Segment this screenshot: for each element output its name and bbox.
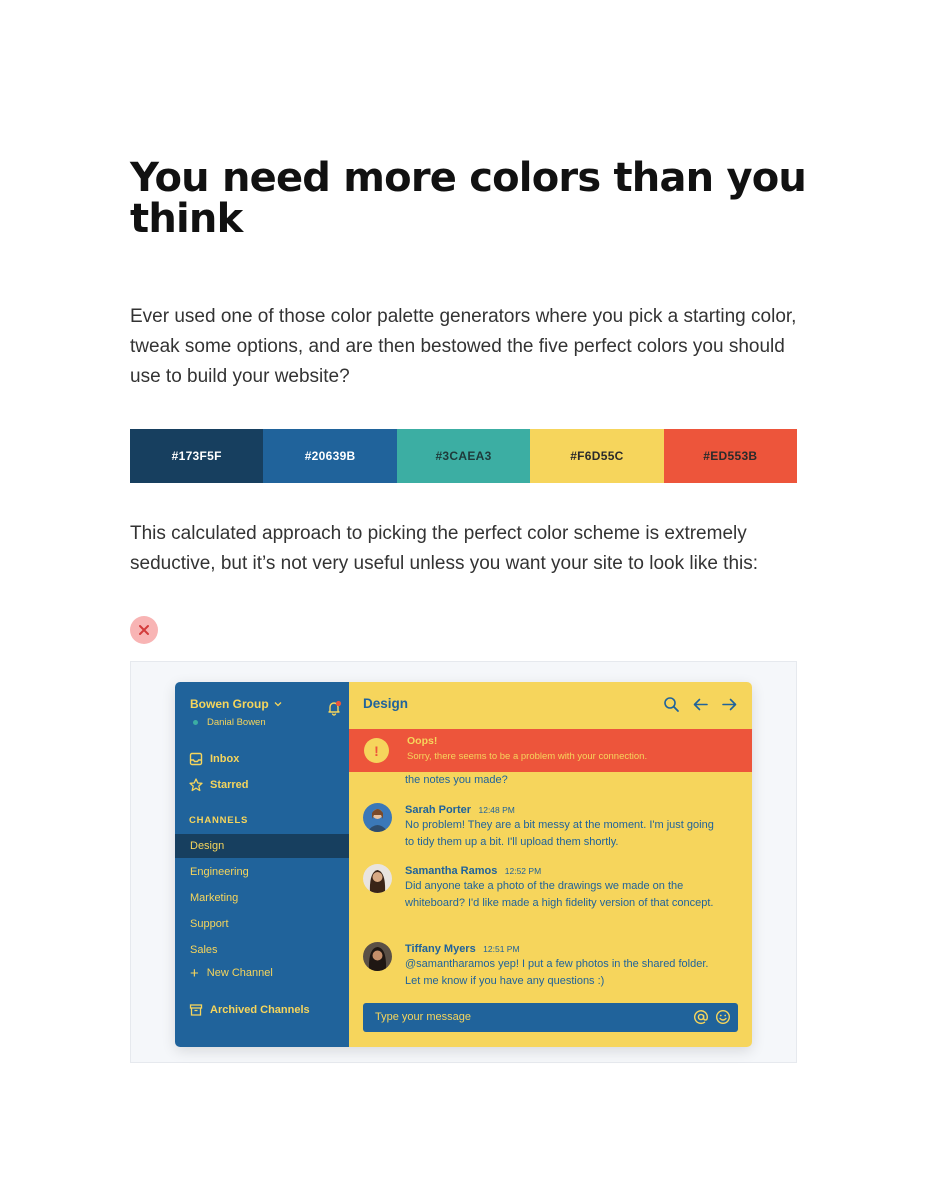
swatch-5: #ED553B [663,429,798,483]
avatar [363,864,392,893]
article-title: You need more colors than you think [130,155,807,242]
chat-app-mockup: Bowen Group Danial Bowen Inbox Starred C… [175,682,752,1047]
sidebar-item-inbox[interactable]: Inbox [189,752,239,766]
message-author: Tiffany Myers [405,943,476,955]
swatch-3: #3CAEA3 [396,429,531,483]
new-channel-label: New Channel [206,967,273,979]
message-author: Samantha Ramos [405,865,498,877]
message-header: Tiffany Myers 12:51 PM [405,939,520,957]
arrow-right-icon[interactable] [721,696,738,713]
archive-icon [189,1004,203,1016]
avatar [363,942,392,971]
channel-view: Design ! Oops! Sorry, there seems to be … [349,682,752,1047]
sidebar: Bowen Group Danial Bowen Inbox Starred C… [175,682,349,1047]
close-icon [139,625,149,635]
channel-sales[interactable]: Sales [175,938,349,962]
color-palette: #173F5F #20639B #3CAEA3 #F6D55C #ED553B [130,429,798,483]
composer-actions [693,1009,731,1025]
archived-channels-button[interactable]: Archived Channels [189,1003,310,1017]
channel-title: Design [363,696,409,711]
search-icon[interactable] [663,696,680,713]
channel-engineering[interactable]: Engineering [175,860,349,884]
starred-label: Starred [210,779,249,791]
message-time: 12:48 PM [478,805,515,815]
star-icon [189,778,203,792]
inbox-icon [189,752,203,766]
header-actions [663,696,738,713]
previous-message-text: the notes you made? [405,774,508,786]
message-time: 12:52 PM [504,866,542,876]
bad-example-badge [130,616,158,644]
channel-design[interactable]: Design [175,834,349,858]
new-channel-button[interactable]: + New Channel [190,964,273,982]
alert-icon: ! [364,738,389,763]
mention-icon[interactable] [693,1009,709,1025]
message-text: Did anyone take a photo of the drawings … [405,880,714,910]
plus-icon: + [190,964,199,982]
user-name: Danial Bowen [207,717,266,728]
group-switcher[interactable]: Bowen Group [190,697,282,711]
swatch-2: #20639B [263,429,397,483]
swatch-1: #173F5F [130,429,264,483]
sidebar-item-starred[interactable]: Starred [189,778,249,792]
avatar [363,803,392,832]
bell-icon[interactable] [326,700,342,716]
connection-alert: ! Oops! Sorry, there seems to be a probl… [349,729,752,772]
channel-marketing[interactable]: Marketing [175,886,349,910]
intro-paragraph: Ever used one of those color palette gen… [130,306,797,387]
swatch-4: #F6D55C [530,429,664,483]
chevron-down-icon [274,702,282,707]
emoji-icon[interactable] [715,1009,731,1025]
message-header: Samantha Ramos 12:52 PM [405,861,541,879]
channel-support[interactable]: Support [175,912,349,936]
inbox-label: Inbox [210,753,240,765]
current-user: Danial Bowen [193,717,266,728]
alert-message: Sorry, there seems to be a problem with … [407,751,648,762]
channels-heading: CHANNELS [189,815,249,826]
archived-label: Archived Channels [210,1004,310,1016]
message-header: Sarah Porter 12:48 PM [405,800,515,818]
composer-placeholder: Type your message [375,1011,471,1023]
message-composer[interactable]: Type your message [363,1003,738,1032]
arrow-left-icon[interactable] [692,696,709,713]
message-time: 12:51 PM [483,944,520,954]
message-text: No problem! They are a bit messy at the … [405,819,714,849]
alert-title: Oops! [407,735,438,747]
group-name: Bowen Group [190,697,269,711]
message-text: @samantharamos yep! I put a few photos i… [405,958,709,988]
second-paragraph: This calculated approach to picking the … [130,523,759,574]
message-author: Sarah Porter [405,804,472,816]
online-status-dot [193,720,198,725]
